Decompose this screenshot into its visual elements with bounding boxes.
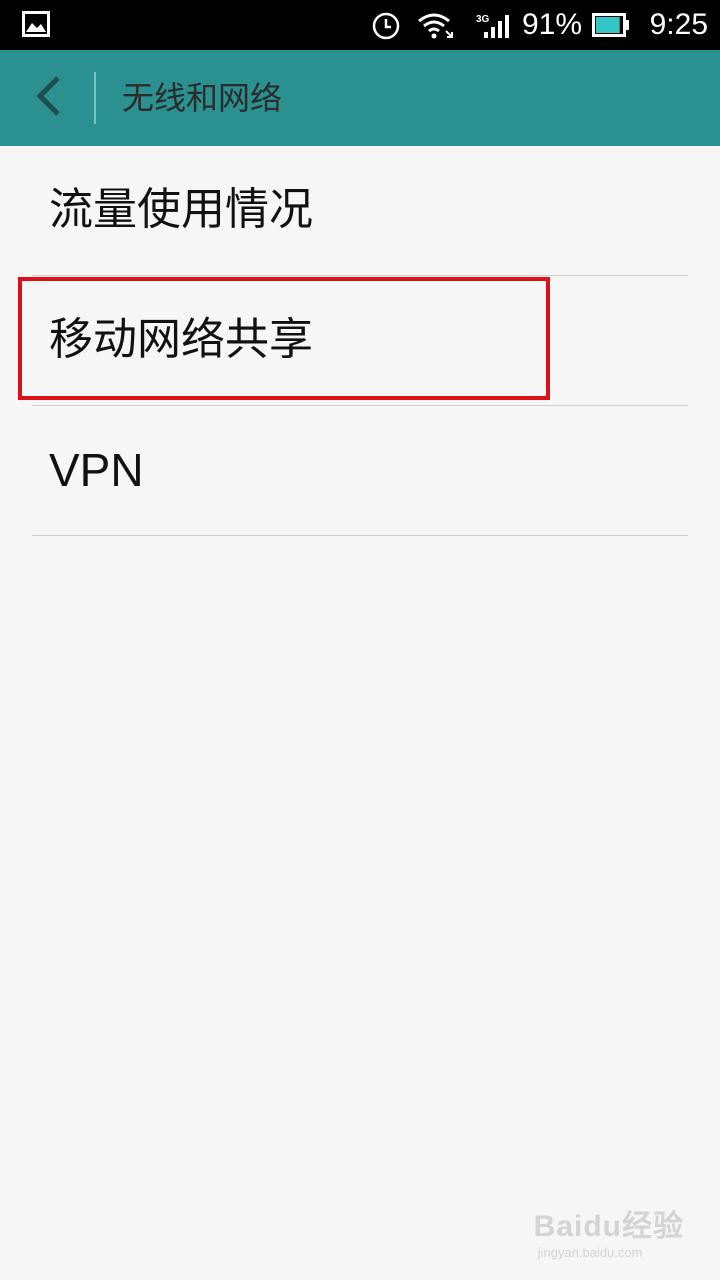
- watermark-url: jingyan.baidu.com: [537, 1245, 643, 1260]
- signal-icon: 3G: [476, 12, 512, 44]
- header-divider: [94, 72, 96, 124]
- watermark: Baidu经验 jingyan.baidu.com: [534, 1201, 684, 1260]
- back-button[interactable]: [18, 64, 78, 132]
- wifi-icon: [416, 11, 456, 45]
- app-header: 无线和网络: [0, 50, 720, 146]
- watermark-logo: Baidu经验: [533, 1210, 684, 1243]
- list-item-data-usage[interactable]: 流量使用情况: [0, 146, 720, 275]
- screen: 3G 91% 9:25 无线和网络 流量使用情况 移动网络共享 VPN Baid…: [0, 0, 720, 1280]
- page-title: 无线和网络: [122, 79, 283, 117]
- alarm-icon: [371, 11, 401, 45]
- battery-icon: [592, 13, 630, 41]
- network-type-label: 3G: [476, 14, 490, 25]
- list-divider: [32, 535, 688, 536]
- chevron-left-icon: [32, 74, 64, 122]
- status-bar: 3G 91% 9:25: [0, 0, 720, 50]
- clock: 9:25: [649, 8, 708, 41]
- highlight-box: [18, 277, 550, 400]
- gallery-icon: [22, 11, 50, 41]
- list-item-label: VPN: [49, 444, 144, 496]
- battery-percent: 91%: [522, 8, 583, 41]
- list-item-label: 流量使用情况: [49, 184, 313, 235]
- list-item-vpn[interactable]: VPN: [0, 406, 720, 535]
